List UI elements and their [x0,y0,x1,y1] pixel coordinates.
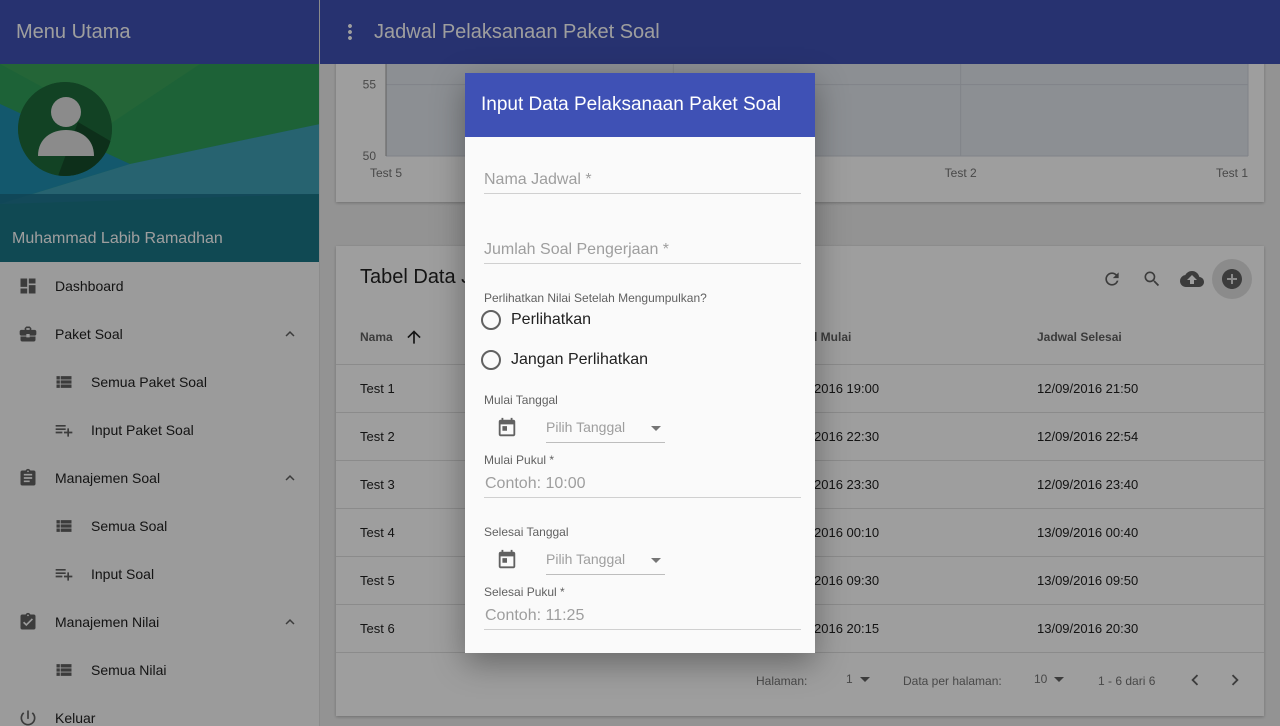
end-date-picker[interactable] [496,549,518,571]
dropdown-arrow-icon [651,426,661,431]
radio-circle [481,350,501,370]
radio-perlihatkan[interactable]: Perlihatkan [481,310,591,330]
input-schedule-dialog: Input Data Pelaksanaan Paket Soal Nama J… [465,73,815,653]
start-time-field[interactable]: Contoh: 10:00 [484,469,801,498]
nama-jadwal-field[interactable]: Nama Jadwal * [484,161,801,194]
start-date-select[interactable]: Pilih Tanggal [546,413,665,443]
calendar-icon [498,417,516,437]
start-time-label: Mulai Pukul * [484,453,555,467]
start-date-label: Mulai Tanggal [484,393,558,407]
radio-jangan-perlihatkan[interactable]: Jangan Perlihatkan [481,350,648,370]
end-date-select[interactable]: Pilih Tanggal [546,545,665,575]
calendar-icon [498,549,516,569]
end-date-label: Selesai Tanggal [484,525,569,539]
start-time-placeholder: Contoh: 10:00 [485,475,586,492]
radio-circle [481,310,501,330]
end-time-placeholder: Contoh: 11:25 [485,607,585,624]
radio-label: Perlihatkan [511,311,592,328]
start-date-value: Pilih Tanggal [546,419,626,435]
show-score-label: Perlihatkan Nilai Setelah Mengumpulkan? [484,291,707,305]
end-time-field[interactable]: Contoh: 11:25 [484,601,801,630]
end-time-label: Selesai Pukul * [484,585,565,599]
jumlah-soal-field[interactable]: Jumlah Soal Pengerjaan * [484,231,801,264]
dropdown-arrow-icon [651,558,661,563]
jumlah-soal-placeholder: Jumlah Soal Pengerjaan * [484,241,670,258]
nama-jadwal-placeholder: Nama Jadwal * [484,171,592,188]
radio-label: Jangan Perlihatkan [511,351,648,368]
end-date-value: Pilih Tanggal [546,551,626,567]
dialog-title: Input Data Pelaksanaan Paket Soal [465,73,815,137]
start-date-picker[interactable] [496,417,518,439]
